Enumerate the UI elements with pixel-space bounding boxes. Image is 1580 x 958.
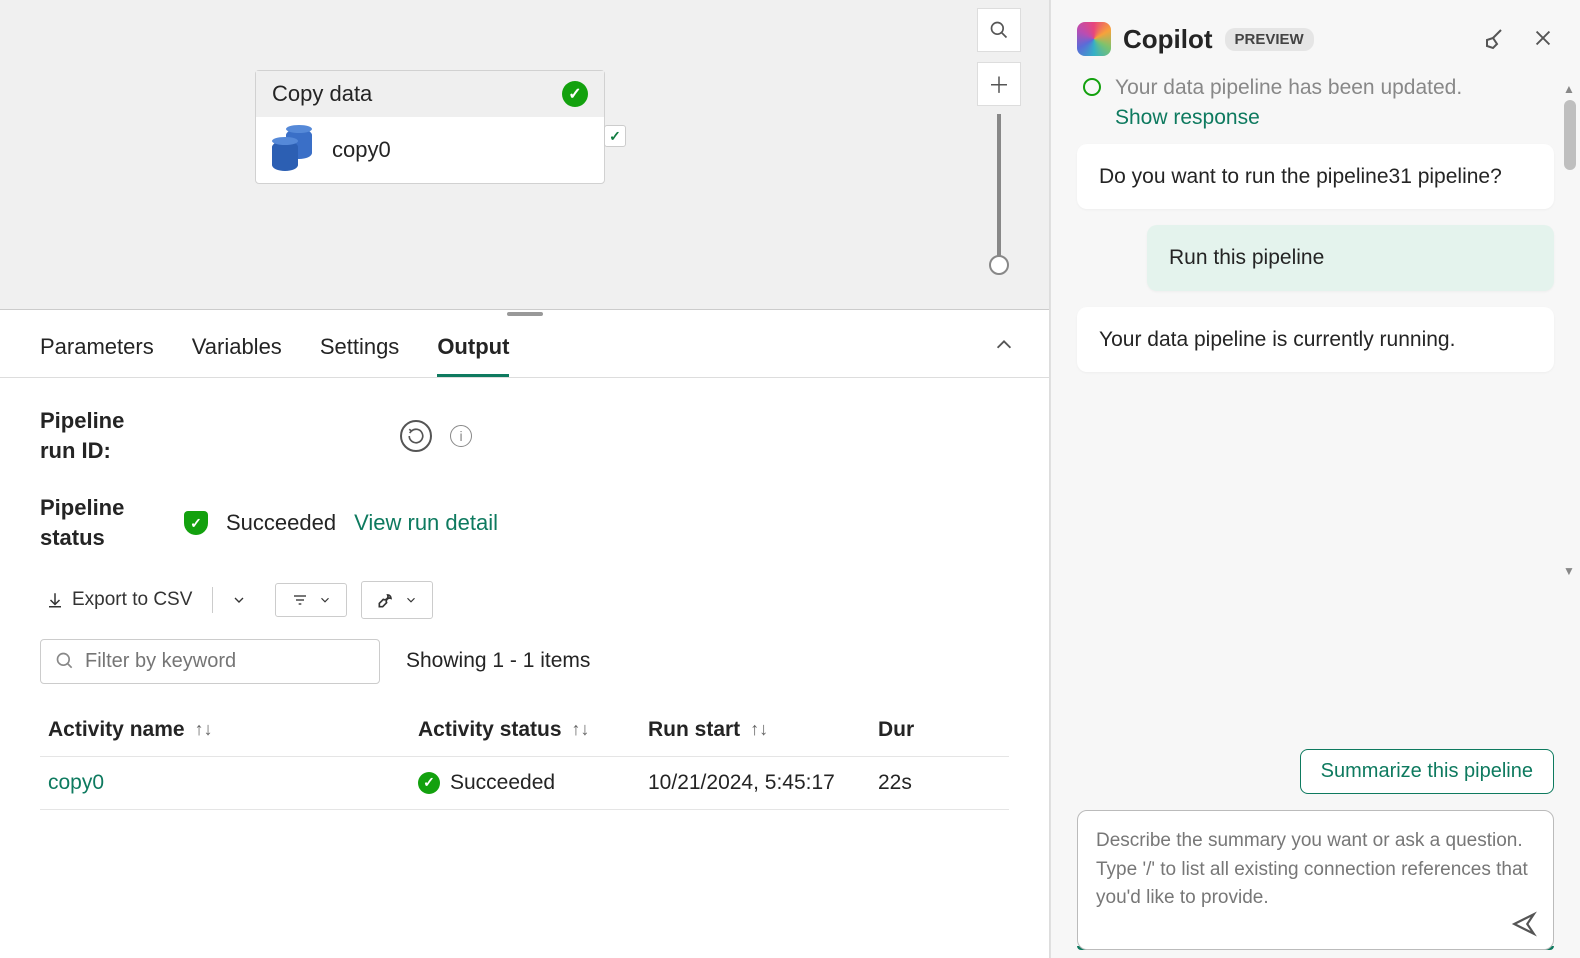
showing-count: Showing 1 - 1 items bbox=[406, 649, 590, 673]
copilot-input-placeholder: Describe the summary you want or ask a q… bbox=[1096, 827, 1535, 913]
scrollbar-thumb[interactable] bbox=[1564, 100, 1576, 170]
sort-icon: ↑↓ bbox=[195, 719, 213, 740]
close-button[interactable] bbox=[1532, 27, 1554, 51]
cell-duration: 22s bbox=[878, 771, 948, 795]
chevron-up-icon bbox=[993, 334, 1015, 356]
main-panel: Copy data ✓ copy0 ✓ ＋ bbox=[0, 0, 1050, 958]
preview-badge: PREVIEW bbox=[1225, 28, 1314, 51]
cell-activity-name[interactable]: copy0 bbox=[48, 771, 418, 795]
info-button[interactable]: i bbox=[450, 425, 472, 447]
export-csv-button[interactable]: Export to CSV bbox=[40, 581, 198, 619]
show-response-link[interactable]: Show response bbox=[1077, 104, 1554, 144]
search-icon bbox=[989, 20, 1009, 40]
sort-icon: ↑↓ bbox=[572, 719, 590, 740]
download-icon bbox=[46, 591, 64, 609]
activity-title: Copy data bbox=[272, 81, 372, 107]
col-duration[interactable]: Dur bbox=[878, 718, 948, 742]
database-copy-icon bbox=[272, 129, 314, 171]
col-activity-name[interactable]: Activity name ↑↓ bbox=[48, 718, 418, 742]
col-label: Run start bbox=[648, 718, 740, 742]
copilot-panel: Copilot PREVIEW Your data pipeline has b… bbox=[1050, 0, 1580, 958]
send-icon bbox=[1511, 911, 1537, 937]
tab-settings[interactable]: Settings bbox=[320, 334, 400, 377]
scroll-up-icon[interactable]: ▲ bbox=[1562, 82, 1576, 96]
cell-run-start: 10/21/2024, 5:45:17 bbox=[648, 771, 878, 795]
filter-lines-icon bbox=[290, 592, 310, 608]
cell-status-text: Succeeded bbox=[450, 771, 555, 795]
check-circle-icon bbox=[1083, 78, 1101, 96]
copilot-header: Copilot PREVIEW bbox=[1051, 0, 1580, 72]
detail-tabs: Parameters Variables Settings Output bbox=[0, 316, 1049, 378]
truncated-status-message: Your data pipeline has been updated. bbox=[1077, 72, 1554, 104]
activity-card-body: copy0 bbox=[256, 117, 604, 183]
activity-card-copy-data[interactable]: Copy data ✓ copy0 ✓ bbox=[255, 70, 605, 184]
copilot-assistant-message: Your data pipeline is currently running. bbox=[1077, 307, 1554, 372]
copilot-assistant-message: Do you want to run the pipeline31 pipeli… bbox=[1077, 144, 1554, 209]
truncated-text: Your data pipeline has been updated. bbox=[1115, 76, 1462, 99]
col-label: Activity name bbox=[48, 718, 185, 742]
filter-columns-button[interactable] bbox=[275, 583, 347, 617]
copilot-user-message: Run this pipeline bbox=[1147, 225, 1554, 290]
tab-parameters[interactable]: Parameters bbox=[40, 334, 154, 377]
table-header-row: Activity name ↑↓ Activity status ↑↓ Run … bbox=[40, 704, 1009, 757]
zoom-slider[interactable] bbox=[997, 114, 1001, 269]
chevron-down-icon bbox=[318, 593, 332, 607]
copilot-scrollbar[interactable]: ▲ ▼ bbox=[1562, 100, 1576, 560]
tools-button[interactable] bbox=[361, 581, 433, 619]
export-csv-label: Export to CSV bbox=[72, 589, 192, 611]
plus-icon: ＋ bbox=[988, 68, 1010, 100]
pipeline-canvas[interactable]: Copy data ✓ copy0 ✓ ＋ bbox=[0, 0, 1049, 310]
col-run-start[interactable]: Run start ↑↓ bbox=[648, 718, 878, 742]
copilot-conversation[interactable]: Your data pipeline has been updated. Sho… bbox=[1051, 72, 1580, 719]
copilot-title: Copilot bbox=[1123, 24, 1213, 55]
canvas-zoom-controls: ＋ bbox=[977, 8, 1021, 269]
search-icon bbox=[55, 651, 75, 671]
tab-output[interactable]: Output bbox=[437, 334, 509, 377]
detail-panel: Parameters Variables Settings Output Pip… bbox=[0, 310, 1049, 958]
activity-success-connector-icon[interactable]: ✓ bbox=[604, 125, 626, 147]
success-check-icon: ✓ bbox=[562, 81, 588, 107]
tab-variables[interactable]: Variables bbox=[192, 334, 282, 377]
sort-icon: ↑↓ bbox=[750, 719, 768, 740]
info-icon: i bbox=[459, 428, 462, 444]
status-value: Succeeded bbox=[226, 510, 336, 536]
copilot-logo-icon bbox=[1077, 22, 1111, 56]
close-icon bbox=[1532, 27, 1554, 49]
run-id-label: Pipeline run ID: bbox=[40, 406, 160, 465]
col-label: Dur bbox=[878, 718, 914, 742]
success-check-icon: ✓ bbox=[418, 772, 440, 794]
search-button[interactable] bbox=[977, 8, 1021, 52]
output-table: Activity name ↑↓ Activity status ↑↓ Run … bbox=[40, 704, 1009, 810]
view-run-detail-link[interactable]: View run detail bbox=[354, 510, 498, 536]
filter-keyword-input[interactable] bbox=[85, 650, 365, 673]
succeeded-shield-icon: ✓ bbox=[184, 511, 208, 535]
broom-icon bbox=[1482, 27, 1506, 51]
col-activity-status[interactable]: Activity status ↑↓ bbox=[418, 718, 648, 742]
suggestion-chip[interactable]: Summarize this pipeline bbox=[1300, 749, 1554, 794]
zoom-in-button[interactable]: ＋ bbox=[977, 62, 1021, 106]
collapse-panel-button[interactable] bbox=[993, 334, 1015, 356]
copilot-input[interactable]: Describe the summary you want or ask a q… bbox=[1077, 810, 1554, 950]
wrench-icon bbox=[376, 590, 396, 610]
filter-keyword-input-wrapper[interactable] bbox=[40, 639, 380, 684]
zoom-slider-handle[interactable] bbox=[989, 255, 1009, 275]
chevron-down-icon bbox=[231, 592, 247, 608]
col-label: Activity status bbox=[418, 718, 562, 742]
output-toolbar: Export to CSV bbox=[40, 581, 1009, 619]
refresh-icon bbox=[407, 427, 425, 445]
output-tab-content: Pipeline run ID: i Pipeline status ✓ Suc… bbox=[0, 378, 1049, 838]
clear-button[interactable] bbox=[1482, 27, 1506, 51]
chevron-down-icon bbox=[404, 593, 418, 607]
activity-card-header: Copy data ✓ bbox=[256, 71, 604, 117]
refresh-button[interactable] bbox=[400, 420, 432, 452]
cell-activity-status: ✓ Succeeded bbox=[418, 771, 648, 795]
table-row[interactable]: copy0 ✓ Succeeded 10/21/2024, 5:45:17 22… bbox=[40, 757, 1009, 810]
activity-name: copy0 bbox=[332, 137, 391, 163]
scroll-down-icon[interactable]: ▼ bbox=[1562, 564, 1576, 578]
toolbar-divider bbox=[212, 587, 213, 613]
send-button[interactable] bbox=[1511, 911, 1537, 937]
export-csv-dropdown[interactable] bbox=[227, 584, 251, 616]
status-label: Pipeline status bbox=[40, 493, 160, 552]
